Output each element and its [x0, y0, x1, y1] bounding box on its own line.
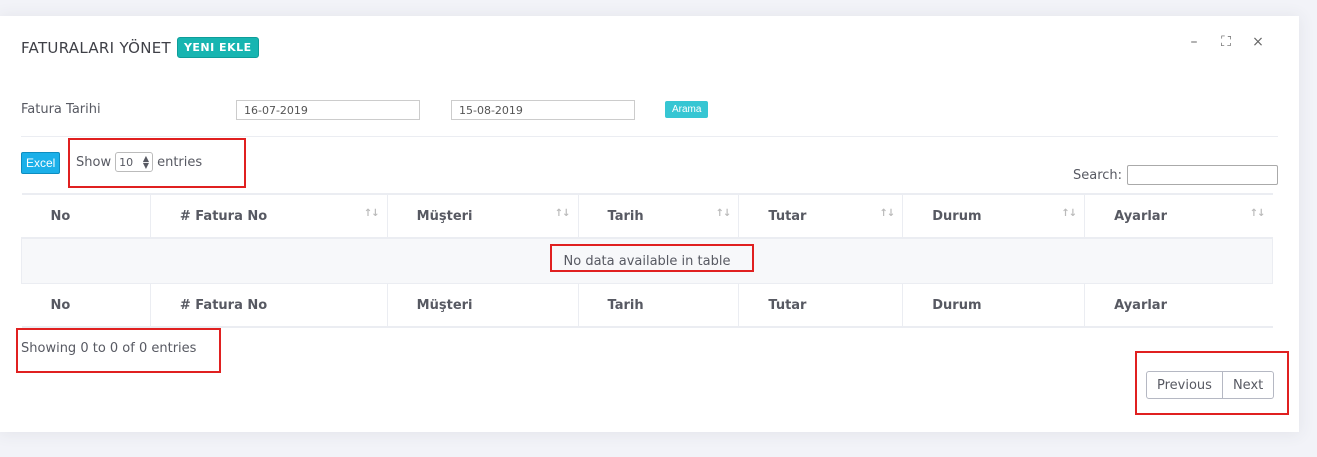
- search-label: Search:: [1073, 167, 1123, 183]
- sort-icon: ↑↓: [715, 208, 732, 219]
- footer-no: No: [21, 283, 151, 327]
- footer-amount: Tutar: [738, 283, 904, 327]
- highlight-box-empty-message: [550, 244, 754, 272]
- end-date-input[interactable]: [451, 100, 635, 120]
- table-header-row: No # Fatura No ↑↓ Müşteri ↑↓ Tarih ↑↓ Tutar…: [21, 194, 1273, 238]
- footer-status: Durum: [902, 283, 1086, 327]
- window-tools: – ⛶ ×: [1186, 34, 1266, 50]
- highlight-box-pagination: [1135, 351, 1289, 415]
- footer-invoice-no: # Fatura No: [150, 283, 388, 327]
- excel-export-button[interactable]: Excel: [21, 152, 61, 174]
- page-title: FATURALARI YÖNET YENI EKLE: [21, 37, 259, 58]
- close-icon[interactable]: ×: [1250, 34, 1266, 50]
- invoice-date-label: Fatura Tarihi: [21, 102, 101, 117]
- sort-icon: ↑↓: [879, 208, 895, 219]
- page-title-text: FATURALARI YÖNET: [21, 38, 171, 57]
- highlight-box-page-length: [68, 138, 246, 188]
- divider: [21, 136, 1278, 137]
- footer-customer: Müşteri: [387, 283, 579, 327]
- table-footer-row: No # Fatura No Müşteri Tarih Tutar Durum…: [21, 283, 1273, 327]
- column-header-date[interactable]: Tarih ↑↓: [578, 194, 740, 238]
- search-button[interactable]: Arama: [665, 101, 709, 118]
- highlight-box-table-info: [16, 328, 221, 373]
- add-new-button[interactable]: YENI EKLE: [176, 37, 259, 58]
- column-header-customer[interactable]: Müşteri ↑↓: [387, 194, 579, 238]
- column-header-invoice-no[interactable]: # Fatura No ↑↓: [150, 194, 388, 238]
- sort-icon: ↑↓: [363, 208, 380, 219]
- column-header-settings[interactable]: Ayarlar ↑↓: [1085, 194, 1273, 238]
- start-date-input[interactable]: [236, 100, 420, 120]
- column-header-no[interactable]: No: [21, 194, 151, 238]
- table-search-input[interactable]: [1127, 165, 1279, 185]
- sort-icon: ↑↓: [554, 208, 571, 219]
- fullscreen-icon[interactable]: ⛶: [1218, 34, 1234, 50]
- footer-date: Tarih: [578, 283, 740, 327]
- sort-icon: ↑↓: [1249, 208, 1266, 219]
- column-header-amount[interactable]: Tutar ↑↓: [738, 194, 904, 238]
- minimize-icon[interactable]: –: [1186, 34, 1202, 50]
- column-header-status[interactable]: Durum ↑↓: [902, 194, 1086, 238]
- footer-settings: Ayarlar: [1114, 297, 1167, 313]
- table-search: Search:: [1073, 165, 1279, 185]
- sort-icon: ↑↓: [1061, 208, 1077, 219]
